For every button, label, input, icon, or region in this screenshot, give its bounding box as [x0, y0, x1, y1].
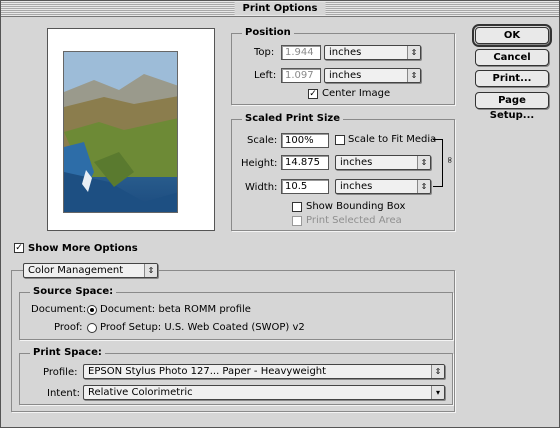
scale-field[interactable]: 100% — [281, 133, 329, 148]
document-option-label[interactable]: Document: beta ROMM profile — [100, 304, 251, 316]
center-image-label[interactable]: Center Image — [322, 88, 390, 100]
title-bar[interactable]: Print Options — [1, 1, 559, 17]
scale-label: Scale: — [247, 135, 278, 146]
print-button[interactable]: Print... — [475, 70, 549, 87]
width-label: Width: — [245, 182, 278, 193]
select-arrows-icon: ⇕ — [144, 264, 157, 277]
height-label: Height: — [241, 158, 278, 169]
proof-option-label[interactable]: Proof Setup: U.S. Web Coated (SWOP) v2 — [100, 322, 305, 334]
intent-value: Relative Colorimetric — [88, 387, 193, 398]
width-field[interactable]: 10.5 — [281, 179, 329, 194]
select-arrows-icon: ⇕ — [431, 365, 444, 378]
select-arrows-icon: ⇕ — [417, 180, 430, 193]
height-field[interactable]: 14.875 — [281, 155, 329, 170]
scale-to-fit-label[interactable]: Scale to Fit Media — [348, 134, 436, 146]
height-unit-select[interactable]: inches ⇕ — [335, 155, 431, 170]
select-arrows-icon: ⇕ — [407, 69, 420, 82]
top-label: Top: — [254, 47, 275, 58]
chain-link-icon: ∞ — [443, 156, 454, 164]
coastline-image — [64, 52, 177, 212]
select-arrows-icon: ⇕ — [417, 156, 430, 169]
position-title: Position — [242, 27, 294, 39]
color-management-value: Color Management — [28, 265, 124, 276]
intent-select[interactable]: Relative Colorimetric ▾ — [83, 385, 445, 400]
show-more-options-label[interactable]: Show More Options — [28, 243, 138, 255]
ok-button[interactable]: OK — [472, 24, 552, 47]
print-selected-area-checkbox[interactable] — [292, 216, 302, 226]
show-bounding-box-checkbox[interactable] — [292, 202, 302, 212]
profile-label: Profile: — [43, 367, 78, 378]
source-space-title: Source Space: — [30, 286, 117, 298]
show-bounding-box-label[interactable]: Show Bounding Box — [306, 201, 405, 213]
proof-label: Proof: — [54, 322, 83, 333]
left-unit-select[interactable]: inches ⇕ — [324, 68, 421, 83]
preview-image[interactable] — [63, 51, 178, 213]
profile-value: EPSON Stylus Photo 127... Paper - Heavyw… — [88, 366, 327, 377]
height-unit-value: inches — [340, 157, 373, 168]
left-unit-value: inches — [329, 70, 362, 81]
cancel-button[interactable]: Cancel — [475, 49, 549, 66]
window-title: Print Options — [234, 2, 326, 15]
color-management-popup[interactable]: Color Management ⇕ — [23, 263, 158, 278]
scale-to-fit-checkbox[interactable] — [335, 135, 345, 145]
intent-label: Intent: — [47, 388, 80, 399]
proportion-bracket — [433, 139, 443, 187]
print-preview — [47, 28, 215, 231]
top-field[interactable]: 1.944 — [281, 45, 321, 60]
center-image-checkbox[interactable]: ✓ — [308, 89, 318, 99]
left-label: Left: — [254, 70, 277, 81]
scaled-title: Scaled Print Size — [242, 113, 344, 125]
left-field[interactable]: 1.097 — [281, 68, 321, 83]
proof-radio[interactable] — [87, 323, 97, 333]
print-options-window: Print Options Position Top: 1.944 inches… — [0, 0, 560, 428]
print-selected-area-label[interactable]: Print Selected Area — [306, 215, 402, 227]
popup-arrow-icon: ▾ — [431, 386, 444, 399]
show-more-options-checkbox[interactable]: ✓ — [14, 243, 24, 253]
top-unit-value: inches — [329, 47, 362, 58]
page-setup-button[interactable]: Page Setup... — [475, 92, 549, 121]
profile-select[interactable]: EPSON Stylus Photo 127... Paper - Heavyw… — [83, 364, 445, 379]
document-radio[interactable] — [87, 305, 97, 315]
top-unit-select[interactable]: inches ⇕ — [324, 45, 421, 60]
document-label: Document: — [31, 304, 87, 315]
print-space-title: Print Space: — [30, 347, 105, 359]
width-unit-select[interactable]: inches ⇕ — [335, 179, 431, 194]
select-arrows-icon: ⇕ — [407, 46, 420, 59]
width-unit-value: inches — [340, 181, 373, 192]
